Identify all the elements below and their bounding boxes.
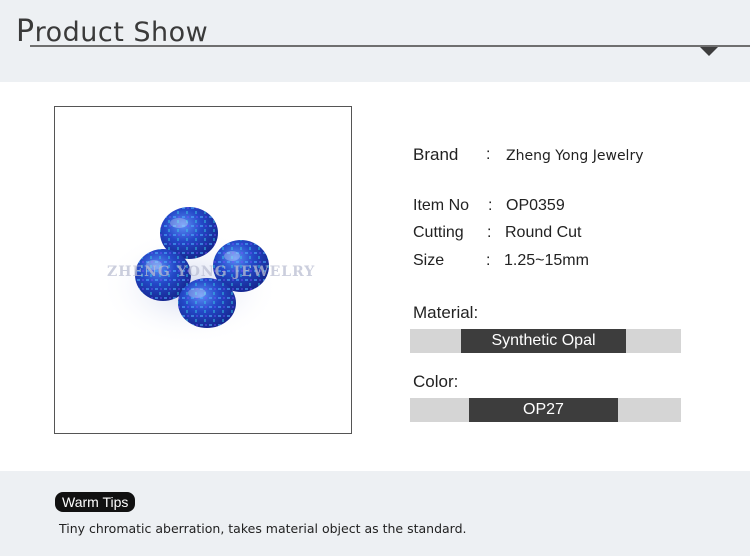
spec-label-size: Size	[413, 252, 445, 269]
color-bar: OP27	[410, 398, 681, 422]
spec-label-item-no: Item No	[413, 197, 470, 214]
spec-value-brand: Zheng Yong Jewelry	[506, 148, 644, 164]
page-title: Product Show	[16, 14, 208, 49]
spec-colon: :	[487, 224, 492, 241]
color-value: OP27	[469, 398, 618, 422]
spec-label-cutting: Cutting	[413, 224, 464, 241]
spec-value-item-no: OP0359	[506, 197, 565, 214]
spec-value-size: 1.25~15mm	[504, 252, 589, 269]
page-title-initial: P	[16, 14, 35, 49]
material-label: Material:	[413, 303, 479, 322]
opal-stone	[178, 278, 236, 328]
header-band: Product Show	[0, 0, 750, 82]
spec-value-cutting: Round Cut	[505, 224, 582, 241]
footer-band: Warm Tips Tiny chromatic aberration, tak…	[0, 471, 750, 556]
spec-colon: :	[488, 197, 493, 214]
product-image: ZHENG YONG JEWELRY	[54, 106, 352, 434]
material-value: Synthetic Opal	[461, 329, 626, 353]
warm-tips-badge: Warm Tips	[55, 492, 136, 512]
color-label: Color:	[413, 372, 459, 391]
spec-colon: :	[486, 252, 491, 269]
down-arrow-icon	[700, 47, 718, 56]
spec-label-brand: Brand	[413, 145, 459, 164]
material-bar: Synthetic Opal	[410, 329, 681, 353]
header-divider	[30, 45, 750, 47]
page-title-rest: roduct Show	[34, 17, 209, 48]
watermark-text: ZHENG YONG JEWELRY	[107, 264, 316, 280]
spec-colon: :	[486, 146, 491, 163]
warm-tips-text: Tiny chromatic aberration, takes materia…	[59, 521, 467, 536]
